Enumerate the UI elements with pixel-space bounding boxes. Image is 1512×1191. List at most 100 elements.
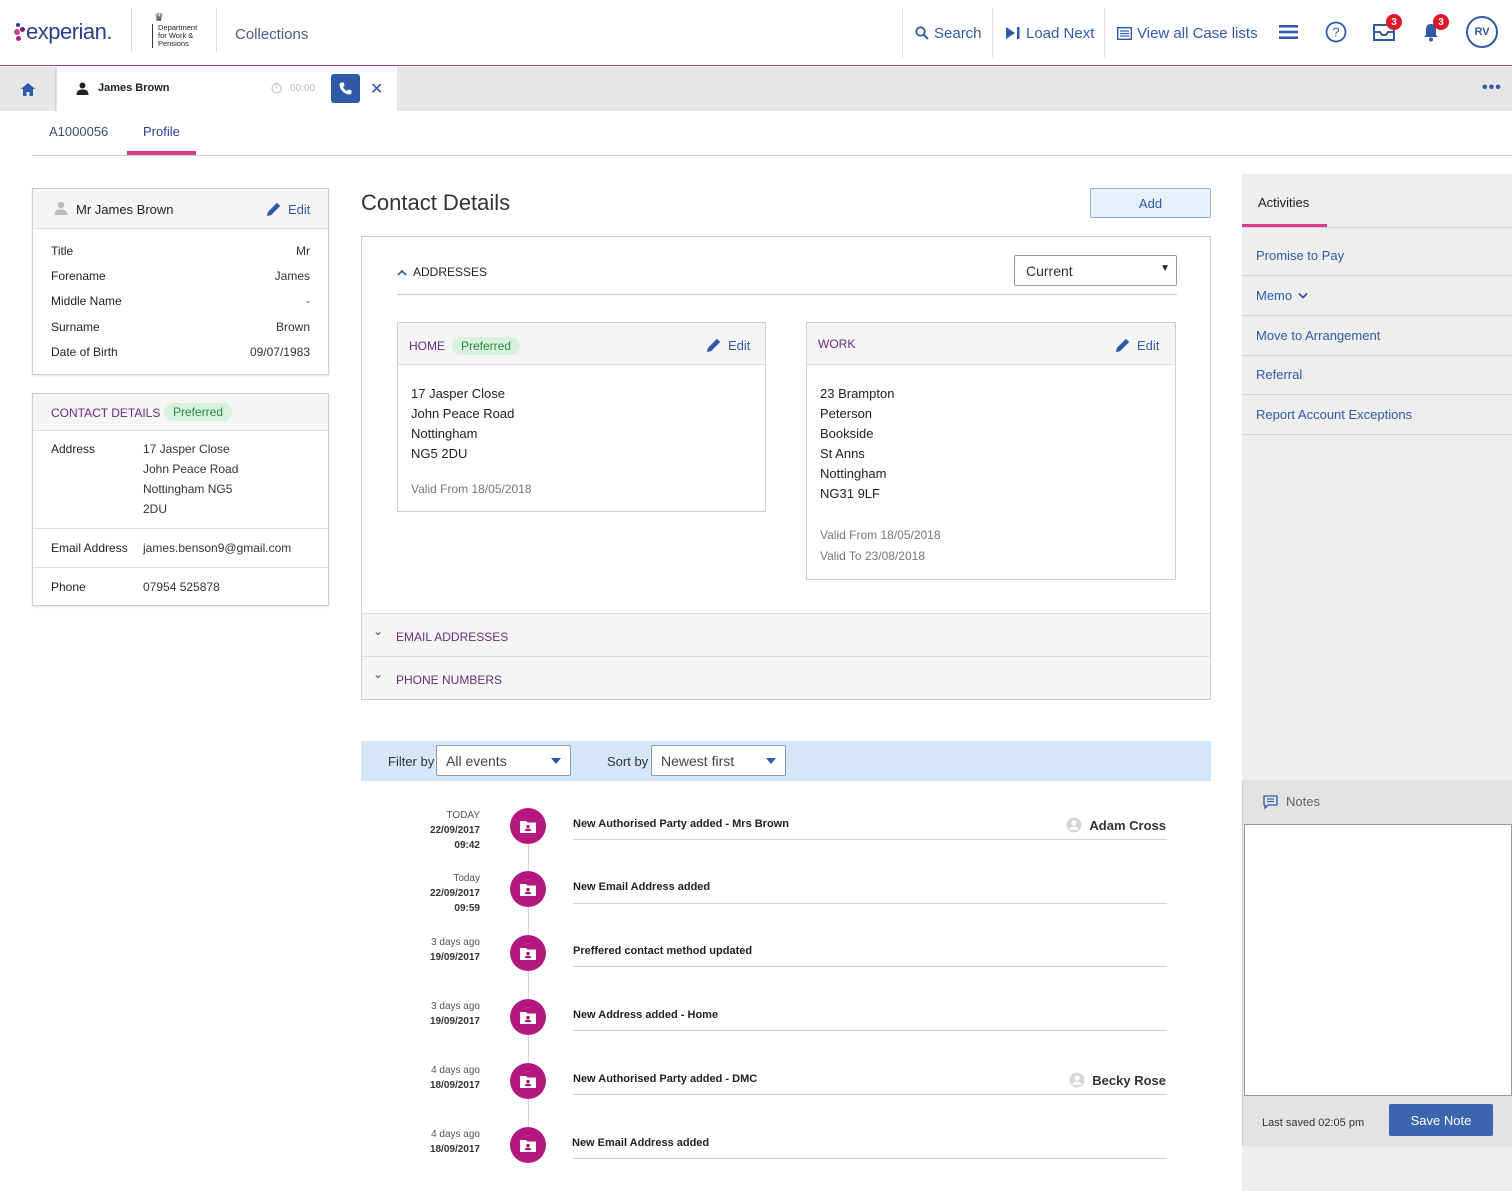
view-case-lists-label: View all Case lists <box>1137 24 1258 42</box>
search-icon <box>915 26 929 40</box>
app-title: Collections <box>235 26 309 43</box>
address-line: 17 Jasper Close <box>143 442 230 456</box>
event-time: 09:42 <box>454 840 480 851</box>
stopwatch-icon <box>271 82 282 94</box>
activity-move-to-arrangement[interactable]: Move to Arrangement <box>1242 316 1512 356</box>
profile-panel-header: Mr James Brown Edit <box>33 189 328 229</box>
view-case-lists-button[interactable]: View all Case lists <box>1117 22 1258 44</box>
timeline-event[interactable]: TODAY 22/09/2017 09:42 New Authorised Pa… <box>380 808 1170 872</box>
sort-by-select[interactable]: Newest first <box>651 745 786 776</box>
contact-folder-icon <box>520 1139 536 1152</box>
home-tab[interactable] <box>0 67 56 111</box>
activity-promise-to-pay[interactable]: Promise to Pay <box>1242 236 1512 276</box>
activity-label: Report Account Exceptions <box>1256 407 1413 422</box>
more-options-icon[interactable]: ••• <box>1482 79 1502 97</box>
title-value: Mr <box>296 244 310 258</box>
sort-by-value: Newest first <box>661 753 735 769</box>
contact-details-box: ADDRESSES Current ▼ HOME Preferred Edit … <box>361 236 1211 700</box>
help-icon: ? <box>1325 21 1347 43</box>
event-relative: TODAY <box>446 810 480 821</box>
contact-folder-icon <box>520 947 536 960</box>
contact-details-heading: CONTACT DETAILS <box>51 406 161 420</box>
address-line: 2DU <box>143 502 168 516</box>
home-card-title: HOME Preferred <box>409 337 521 355</box>
contact-folder-icon <box>520 1011 536 1024</box>
svg-text:?: ? <box>1332 25 1339 40</box>
notifications-count-badge: 3 <box>1433 14 1449 30</box>
contact-folder-icon <box>520 883 536 896</box>
tab-profile[interactable]: Profile <box>143 124 180 139</box>
addresses-toggle[interactable]: ADDRESSES <box>397 265 487 279</box>
user-avatar[interactable]: RV <box>1466 16 1498 48</box>
activity-label: Memo <box>1256 288 1308 303</box>
call-button[interactable] <box>331 74 360 103</box>
save-note-button[interactable]: Save Note <box>1389 1104 1493 1136</box>
filter-by-label: Filter by <box>388 754 435 769</box>
filter-by-value: All events <box>446 753 507 769</box>
divider <box>573 966 1167 967</box>
customer-tab[interactable]: James Brown 00:00 ✕ <box>57 67 397 111</box>
work-address-line: Bookside <box>820 426 874 441</box>
divider <box>573 1158 1167 1159</box>
phone-numbers-section[interactable]: ⌄ PHONE NUMBERS <box>362 656 1210 699</box>
divider <box>1242 227 1512 228</box>
filter-by-select[interactable]: All events <box>436 745 571 776</box>
timeline-event[interactable]: Today 22/09/2017 09:59 New Email Address… <box>380 871 1170 935</box>
timeline-event[interactable]: 3 days ago 19/09/2017 New Address added … <box>380 999 1170 1063</box>
inbox-button[interactable]: 3 <box>1370 14 1402 46</box>
load-next-button[interactable]: Load Next <box>1005 22 1094 44</box>
event-relative: 3 days ago <box>431 1001 480 1012</box>
tab-account-number[interactable]: A1000056 <box>49 124 108 139</box>
event-description: New Email Address added <box>572 1137 710 1149</box>
edit-home-address-button[interactable]: Edit <box>706 337 750 353</box>
timeline-event[interactable]: 3 days ago 19/09/2017 Preffered contact … <box>380 935 1170 999</box>
menu-button[interactable] <box>1275 18 1303 46</box>
notifications-button[interactable]: 3 <box>1417 14 1449 46</box>
experian-logo[interactable]: experian. <box>14 19 113 45</box>
call-timer: 00:00 <box>271 82 315 94</box>
list-icon <box>1117 26 1132 40</box>
valid-from-date: 18/05/2018 <box>471 482 532 496</box>
chevron-down-icon: ⌄ <box>373 624 384 638</box>
edit-profile-button[interactable]: Edit <box>266 201 310 217</box>
home-icon <box>20 82 35 96</box>
valid-from-date: 18/05/2018 <box>880 528 941 542</box>
account-subtabs: A1000056 Profile <box>32 112 1512 156</box>
brand-name: experian. <box>26 19 113 44</box>
help-button[interactable]: ? <box>1322 18 1350 46</box>
event-time: 09:59 <box>454 903 480 914</box>
add-contact-button[interactable]: Add <box>1090 188 1211 218</box>
activity-referral[interactable]: Referral <box>1242 355 1512 395</box>
event-type-icon <box>510 935 546 971</box>
phone-value: 07954 525878 <box>143 580 220 594</box>
notes-textarea[interactable] <box>1244 824 1512 1096</box>
search-button[interactable]: Search <box>915 22 982 44</box>
event-timestamp: TODAY 22/09/2017 09:42 <box>380 808 480 853</box>
workspace-tab-strip: James Brown 00:00 ✕ ••• <box>0 67 1512 111</box>
work-card-title: WORK <box>818 337 855 351</box>
tab-activities[interactable]: Activities <box>1258 195 1309 210</box>
preferred-badge: Preferred <box>452 337 521 355</box>
email-addresses-section[interactable]: ⌄ EMAIL ADDRESSES <box>362 613 1210 656</box>
event-type-icon <box>510 1127 546 1163</box>
user-avatar-icon <box>1069 1072 1085 1088</box>
timeline-event[interactable]: 4 days ago 18/09/2017 New Authorised Par… <box>380 1063 1170 1127</box>
preferred-badge: Preferred <box>164 403 233 421</box>
hamburger-icon <box>1279 25 1298 39</box>
surname-label: Surname <box>51 320 100 334</box>
activity-memo[interactable]: Memo <box>1242 276 1512 316</box>
event-relative: 3 days ago <box>431 937 480 948</box>
chevron-down-icon <box>1298 292 1308 299</box>
event-user: Adam Cross <box>1066 817 1166 833</box>
email-value: james.benson9@gmail.com <box>143 541 292 555</box>
dob-label: Date of Birth <box>51 345 118 359</box>
timeline-event[interactable]: 4 days ago 18/09/2017 New Email Address … <box>380 1127 1170 1191</box>
divider <box>33 528 328 529</box>
address-status-select[interactable]: Current ▼ <box>1014 255 1177 286</box>
activity-report-account-exceptions[interactable]: Report Account Exceptions <box>1242 395 1512 435</box>
close-tab-icon[interactable]: ✕ <box>370 79 383 99</box>
contact-summary-panel: CONTACT DETAILS Preferred Address 17 Jas… <box>32 393 329 606</box>
phone-icon <box>339 82 352 95</box>
search-label: Search <box>934 24 982 42</box>
edit-work-address-button[interactable]: Edit <box>1115 337 1159 353</box>
